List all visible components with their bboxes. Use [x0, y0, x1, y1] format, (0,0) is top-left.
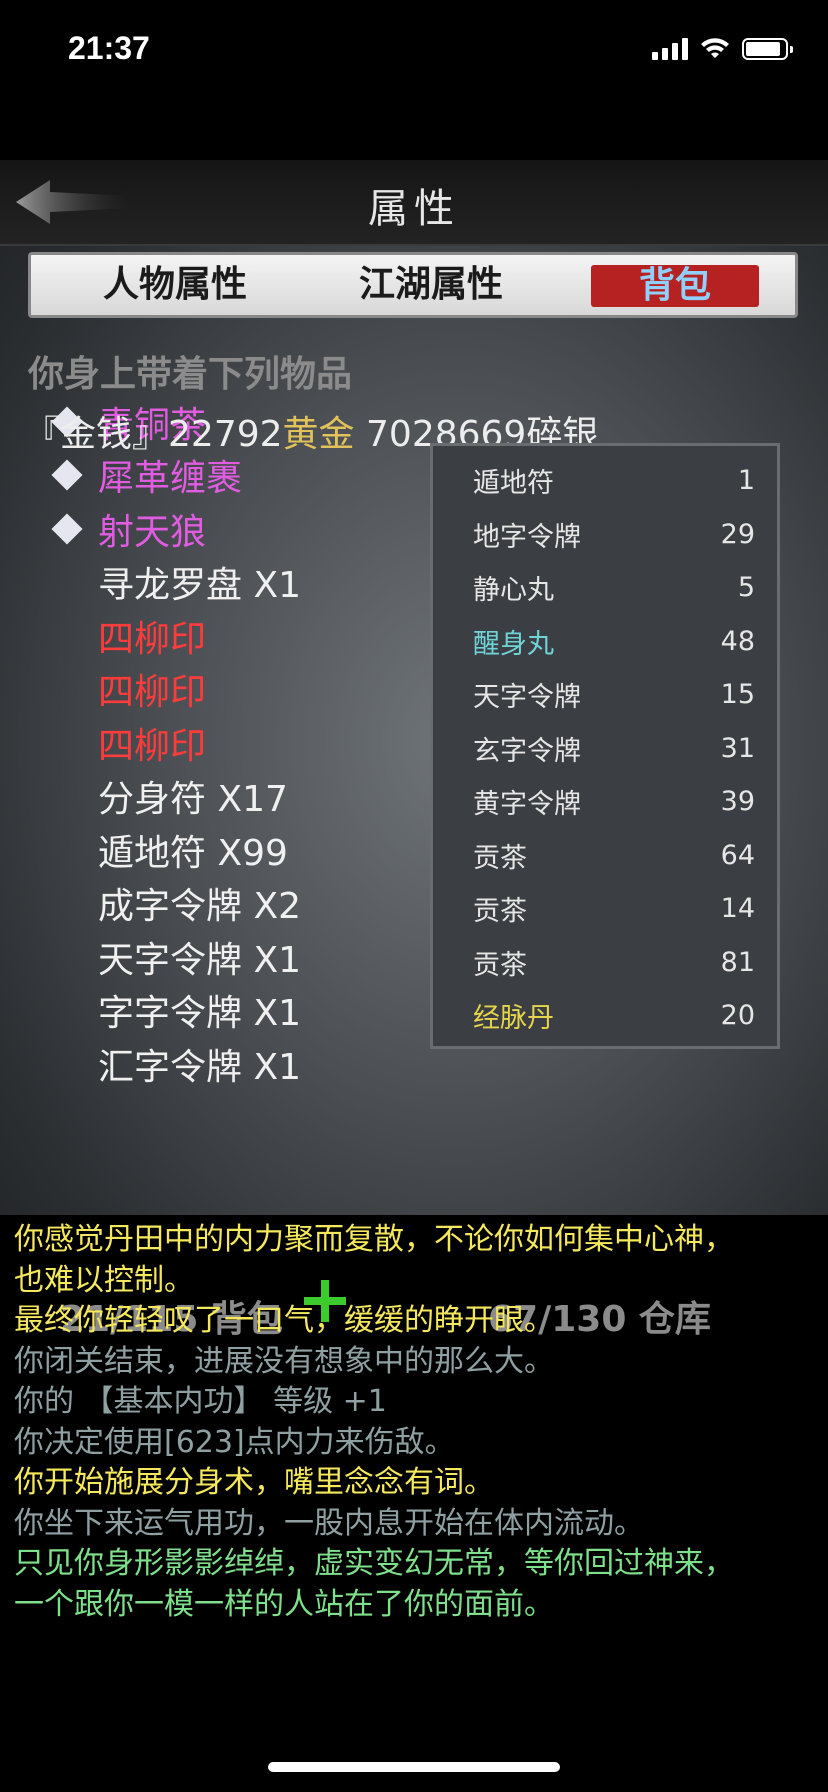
message-log: 你感觉丹田中的内力聚而复散，不论你如何集中心神， 也难以控制。最终你轻轻叹了一口气… [14, 1220, 814, 1625]
inventory-item-label: 四柳印 [77, 717, 241, 769]
warehouse-item[interactable]: 玄字令牌 31 [433, 722, 777, 776]
warehouse-item-name: 贡茶 [473, 949, 527, 981]
inventory-item-label: 分身符 X17 [78, 770, 322, 822]
game-screen: 属性 人物属性 江湖属性 背包 你身上带着下列物品 青铜茶 犀革缠裹 射天狼 寻龙罗盘… [0, 160, 828, 1340]
gold-amount: 22792 [168, 414, 283, 455]
log-line: 你决定使用[623]点内力来伤敌。 [14, 1424, 455, 1460]
inventory-list[interactable]: 青铜茶 犀革缠裹 射天狼 寻龙罗盘 X1 四柳印 四柳印 四柳印 分身符 X17 遁地符 X99… [50, 405, 430, 1300]
warehouse-item-name: 遁地符 [473, 468, 554, 500]
tab-backpack[interactable]: 背包 [591, 265, 759, 307]
log-line: 你的 【基本内功】 等级 +1 [14, 1384, 387, 1419]
warehouse-item[interactable]: 贡茶 81 [433, 936, 777, 990]
inventory-item-label: 四柳印 [77, 663, 241, 715]
warehouse-item[interactable]: 贡茶 64 [433, 829, 777, 883]
warehouse-item-name: 经脉丹 [473, 1003, 554, 1035]
warehouse-item[interactable]: 遁地符 1 [433, 454, 777, 508]
warehouse-item-count: 20 [720, 1000, 755, 1032]
warehouse-item-count: 31 [720, 732, 755, 764]
warehouse-item[interactable]: 黄字令牌 39 [433, 775, 777, 829]
inventory-item-label: 字字令牌 X1 [77, 984, 336, 1036]
warehouse-item-name: 黄字令牌 [473, 789, 581, 821]
warehouse-item[interactable]: 天字令牌 15 [433, 668, 777, 722]
warehouse-item-name: 天字令牌 [473, 682, 581, 714]
page-title: 属性 [368, 186, 460, 232]
inventory-item-label: 汇字令牌 X1 [77, 1038, 336, 1090]
inventory-item-label: 射天狼 [77, 503, 241, 555]
warehouse-item-count: 14 [720, 893, 755, 925]
inventory-item[interactable]: 汇字令牌 X1 [50, 1037, 336, 1091]
warehouse-item[interactable]: 地字令牌 29 [433, 508, 777, 562]
inventory-item[interactable]: 四柳印 [50, 663, 335, 717]
equipped-diamond-icon [51, 513, 83, 545]
warehouse-item-count: 5 [737, 572, 755, 604]
inventory-item[interactable]: 四柳印 [50, 609, 335, 663]
status-time: 21:37 [68, 30, 150, 66]
home-indicator[interactable] [268, 1762, 560, 1772]
inventory-item[interactable]: 寻龙罗盘 X1 [50, 556, 336, 610]
log-line: 你开始施展分身术，嘴里念念有词。 [14, 1465, 494, 1500]
warehouse-item-name: 玄字令牌 [473, 735, 581, 767]
warehouse-item[interactable]: 贡茶 14 [433, 882, 777, 936]
warehouse-item-name: 贡茶 [473, 896, 527, 928]
money-prefix: 『金钱』 [24, 414, 169, 455]
warehouse-item-name: 贡茶 [473, 842, 527, 874]
warehouse-item[interactable]: 静心丸 5 [433, 561, 777, 615]
status-bar: 21:37 [0, 0, 828, 100]
status-icons [652, 38, 793, 60]
warehouse-item-count: 1 [737, 465, 755, 497]
wifi-icon [701, 38, 729, 58]
inventory-item[interactable]: 遁地符 X99 [50, 823, 335, 877]
tab-jianghu-attributes[interactable]: 江湖属性 [331, 259, 531, 311]
log-line: 你闭关结束，进展没有想象中的那么大。 [14, 1343, 554, 1379]
tab-character-attributes[interactable]: 人物属性 [75, 259, 275, 311]
warehouse-item-count: 81 [720, 946, 755, 978]
log-line: 你感觉丹田中的内力聚而复散，不论你如何集中心神， [14, 1222, 734, 1257]
inventory-item-label: 成字令牌 X2 [77, 877, 336, 929]
warehouse-item-count: 64 [720, 839, 755, 871]
log-line: 一个跟你一模一样的人站在了你的面前。 [14, 1586, 554, 1622]
title-bar: 属性 [0, 160, 828, 246]
log-line: 你坐下来运气用功，一股内息开始在体内流动。 [14, 1505, 644, 1541]
inventory-item[interactable]: 射天狼 [50, 502, 335, 556]
inventory-item-label: 四柳印 [77, 610, 241, 662]
warehouse-item-count: 29 [720, 518, 755, 550]
inventory-item-label: 寻龙罗盘 X1 [77, 556, 336, 608]
gold-label: 黄金 [282, 414, 355, 455]
inventory-item[interactable]: 四柳印 [50, 716, 335, 770]
tab-bar: 人物属性 江湖属性 背包 [28, 252, 798, 318]
inventory-item-label: 犀革缠裹 [77, 449, 277, 501]
log-line: 只见你身形影影绰绰，虚实变幻无常，等你回过神来， [14, 1546, 734, 1581]
inventory-item[interactable]: 成字令牌 X2 [50, 877, 336, 931]
warehouse-item-name: 静心丸 [473, 575, 554, 607]
warehouse-item-count: 39 [720, 786, 755, 818]
warehouse-panel[interactable]: 遁地符 1 地字令牌 29 静心丸 5 醒身丸 48 天字令牌 15 玄字令牌 31 黄字令牌 39 贡茶 6… [430, 443, 780, 1049]
warehouse-item-count: 48 [720, 625, 755, 657]
equipped-diamond-icon [51, 459, 83, 491]
log-line: 也难以控制。 [14, 1262, 194, 1298]
inventory-item[interactable]: 字字令牌 X1 [50, 984, 336, 1038]
warehouse-item-name: 地字令牌 [473, 521, 581, 553]
inventory-item[interactable]: 分身符 X17 [50, 770, 335, 824]
carry-heading: 你身上带着下列物品 [28, 354, 353, 395]
inventory-item-label: 天字令牌 X1 [77, 931, 336, 983]
warehouse-item-count: 15 [720, 679, 755, 711]
warehouse-item-name: 醒身丸 [473, 628, 554, 660]
battery-icon [742, 38, 793, 60]
log-line: 最终你轻轻叹了一口气，缓缓的睁开眼。 [14, 1303, 554, 1338]
inventory-item[interactable]: 天字令牌 X1 [50, 930, 336, 984]
warehouse-item[interactable]: 经脉丹 20 [433, 989, 777, 1043]
warehouse-item[interactable]: 醒身丸 48 [433, 615, 777, 669]
inventory-item-label: 遁地符 X99 [78, 824, 322, 876]
cellular-signal-icon [652, 38, 688, 60]
